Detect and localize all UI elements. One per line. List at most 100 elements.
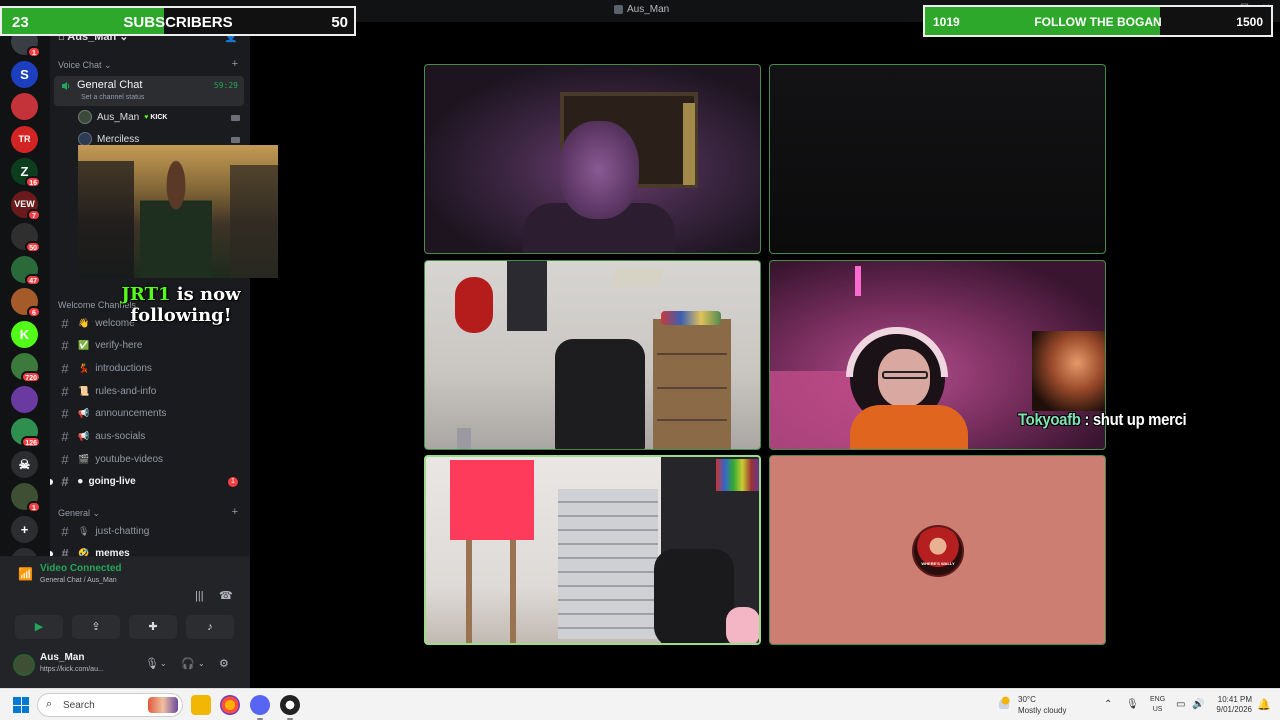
server-icon[interactable] xyxy=(11,93,38,120)
signal-icon: 📶 xyxy=(18,567,33,581)
subscriber-goal-current: 23 xyxy=(12,14,29,31)
camera-icon xyxy=(231,115,240,121)
activities-icon: ✚ xyxy=(148,621,158,633)
server-icon[interactable]: VEW 7 xyxy=(11,190,41,221)
activities-button[interactable]: ✚ xyxy=(129,615,177,639)
channel-going-live[interactable]: # ⏺ going-live xyxy=(58,473,135,491)
server-icon[interactable]: K xyxy=(11,320,38,348)
server-icon[interactable]: 126 xyxy=(11,418,41,448)
channel-announcements[interactable]: # 📢 announcements xyxy=(58,405,166,423)
language-indicator[interactable]: ENG US xyxy=(1150,695,1165,715)
microphone-tray-icon[interactable]: 🎙 xyxy=(1126,699,1139,710)
subscriber-goal-overlay: SUBSCRIBERS 23 50 xyxy=(0,6,356,36)
follower-goal-overlay: FOLLOW THE BOGAN 1019 1500 xyxy=(923,5,1273,37)
soundboard-button[interactable]: ♪ xyxy=(186,615,234,639)
screen-share-button[interactable]: ⇪ xyxy=(72,615,120,639)
follow-alert-line1: is now xyxy=(176,284,241,305)
user-avatar[interactable] xyxy=(13,654,35,676)
server-icon[interactable]: TR xyxy=(11,125,38,153)
search-highlight-image xyxy=(148,697,178,713)
file-explorer-icon[interactable] xyxy=(191,695,211,715)
server-icon[interactable]: 720 xyxy=(11,353,41,383)
server-icon[interactable]: Z 16 xyxy=(11,158,41,188)
voice-member-merciless[interactable]: Merciless xyxy=(78,132,139,146)
taskbar-search[interactable]: ⌕ Search xyxy=(37,693,183,717)
noise-suppression-icon[interactable]: ||| xyxy=(195,590,204,602)
server-icon[interactable]: 1 xyxy=(11,483,41,513)
category-label: General xyxy=(58,508,91,518)
voice-member-aus-man[interactable]: Aus_Man ♥ KICK xyxy=(78,110,167,124)
network-icon[interactable]: ▭ xyxy=(1176,699,1185,710)
headphones-icon[interactable]: 🎧 xyxy=(181,657,195,670)
follower-goal-current: 1019 xyxy=(933,15,960,29)
app-icon xyxy=(614,5,623,14)
add-server-button[interactable]: + xyxy=(11,516,38,543)
unread-indicator xyxy=(50,478,53,485)
chevron-down-icon[interactable]: ⌄ xyxy=(198,659,205,668)
screen-share-icon: ⇪ xyxy=(91,621,101,633)
video-tile-1[interactable] xyxy=(424,64,761,254)
member-name: Merciless xyxy=(97,133,140,145)
user-name[interactable]: Aus_Man xyxy=(40,652,84,663)
channel-introductions[interactable]: # 💃 introductions xyxy=(58,359,152,377)
clock[interactable]: 10:41 PM 9/01/2026 xyxy=(1210,695,1252,715)
video-camera-icon: ▶ xyxy=(34,621,44,633)
channel-aus-socials[interactable]: # 📢 aus-socials xyxy=(58,428,145,446)
server-icon[interactable]: 47 xyxy=(11,255,41,286)
firefox-icon[interactable] xyxy=(220,695,240,715)
channel-rules-and-info[interactable]: # 📜 rules-and-info xyxy=(58,382,156,400)
settings-gear-icon[interactable]: ⚙ xyxy=(219,657,229,670)
follow-alert-line2: following! xyxy=(130,305,232,326)
user-status: https://kick.com/au... xyxy=(40,666,104,673)
clock-date: 9/01/2026 xyxy=(1216,705,1252,714)
volume-icon[interactable]: 🔊 xyxy=(1192,699,1204,710)
disconnect-icon[interactable]: ☎ xyxy=(219,589,233,602)
windows-start-icon[interactable] xyxy=(13,697,29,713)
camera-button[interactable]: ▶ xyxy=(15,615,63,639)
obs-icon[interactable] xyxy=(280,695,300,720)
channel-verify-here[interactable]: # ✅ verify-here xyxy=(58,337,142,355)
channel-youtube-videos[interactable]: # 🎬 youtube-videos xyxy=(58,450,163,468)
search-placeholder: Search xyxy=(63,700,95,711)
category-voice-chat[interactable]: Voice Chat ⌄ xyxy=(58,60,112,71)
voice-timer: 59:29 xyxy=(213,81,238,90)
hanging-shirt xyxy=(507,261,547,331)
dancing-person xyxy=(140,159,212,278)
notification-bell-icon[interactable]: 🔔 xyxy=(1257,698,1271,711)
follow-alert-user: JRT1 xyxy=(121,284,171,305)
hash-icon: # xyxy=(61,406,69,422)
weather-desc: Mostly cloudy xyxy=(1018,706,1067,715)
voice-channel-general-chat[interactable]: General Chat Set a channel status 59:29 xyxy=(54,76,244,106)
video-tile-5[interactable] xyxy=(424,455,761,645)
voice-status-subtitle[interactable]: General Chat / Aus_Man xyxy=(40,577,117,584)
add-channel-icon[interactable]: + xyxy=(232,58,238,70)
server-icon[interactable]: ☠ xyxy=(11,450,38,478)
discord-icon[interactable] xyxy=(250,695,270,720)
voice-channel-status[interactable]: Set a channel status xyxy=(81,94,144,101)
channel-name: rules-and-info xyxy=(95,385,157,397)
video-tile-3[interactable] xyxy=(424,260,761,450)
chevron-up-icon[interactable]: ⌃ xyxy=(1104,699,1112,710)
voice-status-title[interactable]: Video Connected xyxy=(40,563,122,574)
video-tile-2[interactable] xyxy=(769,64,1106,254)
server-icon[interactable] xyxy=(11,385,38,413)
avatar-tag: WHERE'S WALLY xyxy=(921,561,955,566)
figurines xyxy=(661,311,721,325)
mention-badge: 16 xyxy=(25,176,41,188)
channel-emoji: 📢 xyxy=(78,431,90,441)
server-icon[interactable]: 6 xyxy=(11,288,41,318)
channel-just-chatting[interactable]: # 🎙 just-chatting xyxy=(58,522,149,540)
add-channel-icon[interactable]: + xyxy=(232,506,238,518)
server-icon[interactable]: S xyxy=(11,60,38,88)
neon-lamp xyxy=(855,266,861,296)
voice-connected-panel: 📶 Video Connected General Chat / Aus_Man… xyxy=(0,556,250,642)
microphone-icon[interactable]: 🎙 xyxy=(145,657,159,670)
member-name: Aus_Man xyxy=(97,111,140,123)
video-tile-6[interactable]: WHERE'S WALLY xyxy=(769,455,1106,645)
participant-face xyxy=(559,121,639,219)
unread-count-badge: 1 xyxy=(228,476,238,487)
category-general[interactable]: General ⌄ xyxy=(58,508,100,519)
server-icon[interactable]: 50 xyxy=(11,223,41,253)
channel-name: announcements xyxy=(95,408,167,420)
chevron-down-icon[interactable]: ⌄ xyxy=(160,659,167,668)
